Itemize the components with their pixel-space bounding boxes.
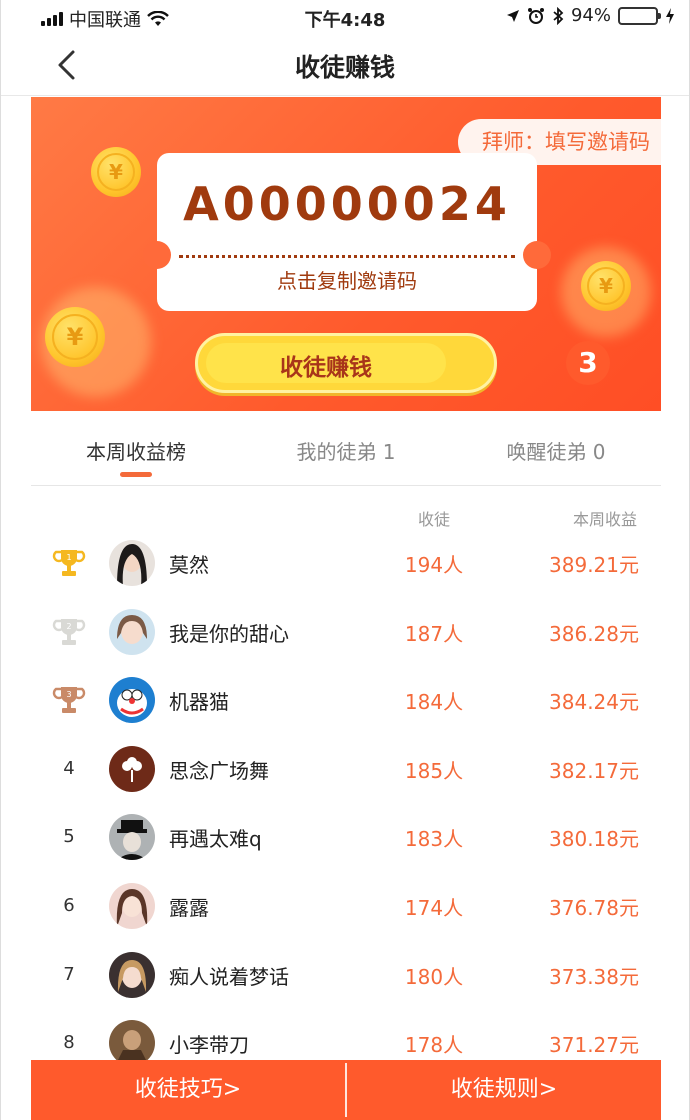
- apprentice-count: 194人: [404, 553, 464, 577]
- apprentice-count: 184人: [404, 690, 464, 715]
- recruit-button[interactable]: 收徒赚钱 3: [195, 333, 610, 393]
- coin-symbol: ¥: [587, 267, 625, 305]
- ranking-list: 1 莫然 194人 389.21元 2 我是你的甜心 187人 386.28元 …: [31, 528, 661, 1077]
- page-title: 收徒赚钱: [294, 53, 395, 82]
- tab-label: 本周收益榜: [86, 440, 186, 464]
- coin-icon: ¥: [45, 307, 105, 367]
- status-right: 94%: [506, 5, 675, 26]
- list-item[interactable]: 6 露露 174人 376.78元: [31, 871, 661, 940]
- copy-invite-code-button[interactable]: 点击复制邀请码: [157, 265, 537, 294]
- invite-ticket: A00000024 点击复制邀请码: [143, 153, 551, 311]
- avatar[interactable]: [109, 882, 155, 929]
- user-name: 小李带刀: [169, 1033, 249, 1058]
- list-item[interactable]: 7 痴人说着梦话 180人 373.38元: [31, 940, 661, 1009]
- invite-code: A00000024: [183, 177, 511, 231]
- avatar[interactable]: [109, 951, 155, 998]
- rank-number: 7: [63, 963, 75, 985]
- apprentice-count: 178人: [404, 1033, 464, 1058]
- invite-banner: ¥ ¥ ¥ 拜师：填写邀请码 A00000024 点击复制邀请码 收徒赚钱 3: [31, 97, 661, 411]
- status-bar: 中国联通 下午4:48 94%: [1, 0, 689, 34]
- charging-icon: [666, 7, 674, 24]
- recruit-button-label: 收徒赚钱: [280, 355, 372, 381]
- recruit-tips-button[interactable]: 收徒技巧>: [31, 1060, 345, 1120]
- recruit-count-badge: 3: [566, 341, 610, 385]
- tab-my-apprentices[interactable]: 我的徒弟 1: [241, 412, 451, 485]
- rank-number: 4: [63, 757, 75, 779]
- rank-number: 2: [66, 622, 71, 631]
- rank-number: 1: [66, 553, 71, 562]
- tab-label: 唤醒徒弟 0: [506, 440, 606, 464]
- rank-number: 3: [66, 690, 71, 699]
- tab-wake-apprentices[interactable]: 唤醒徒弟 0: [451, 412, 661, 485]
- apprentice-count: 183人: [404, 827, 464, 852]
- user-name: 莫然: [169, 553, 209, 577]
- list-item[interactable]: 5 再遇太难q 183人 380.18元: [31, 802, 661, 871]
- silver-trophy-icon: 2: [49, 615, 89, 649]
- weekly-income: 382.17元: [549, 758, 639, 783]
- weekly-income: 389.21元: [549, 553, 639, 577]
- tab-weekly-ranking[interactable]: 本周收益榜: [31, 412, 241, 485]
- avatar[interactable]: [109, 814, 155, 861]
- rank-number: 8: [63, 1032, 75, 1054]
- weekly-income: 384.24元: [549, 690, 639, 715]
- column-header-income: 本周收益: [572, 510, 637, 529]
- weekly-income: 373.38元: [549, 964, 639, 989]
- tab-bar: 本周收益榜 我的徒弟 1 唤醒徒弟 0: [31, 412, 661, 486]
- column-header-count: 收徒: [417, 510, 450, 529]
- gold-trophy-icon: 1: [49, 546, 89, 580]
- coin-icon: ¥: [581, 261, 631, 311]
- rank-number: 6: [63, 894, 75, 916]
- apprentice-count: 187人: [404, 621, 464, 646]
- battery-percent: 94%: [570, 5, 611, 26]
- list-header: 收徒 本周收益: [31, 506, 661, 529]
- apprentice-count: 174人: [404, 895, 464, 920]
- apprentice-count: 180人: [404, 964, 464, 989]
- list-item[interactable]: 1 莫然 194人 389.21元: [31, 528, 661, 597]
- avatar[interactable]: [109, 745, 155, 792]
- user-name: 我是你的甜心: [169, 621, 289, 646]
- weekly-income: 386.28元: [549, 621, 639, 646]
- user-name: 露露: [169, 895, 209, 920]
- user-name: 痴人说着梦话: [169, 964, 289, 989]
- avatar[interactable]: [109, 608, 155, 655]
- apprentice-count: 185人: [404, 758, 464, 783]
- coin-icon: ¥: [91, 147, 141, 197]
- avatar[interactable]: [109, 540, 155, 586]
- weekly-income: 371.27元: [549, 1033, 639, 1058]
- user-name: 机器猫: [169, 690, 229, 715]
- list-item[interactable]: 4 思念广场舞 185人 382.17元: [31, 734, 661, 803]
- battery-icon: [618, 6, 661, 25]
- list-item[interactable]: 3 机器猫 184人 384.24元: [31, 665, 661, 734]
- nav-bar: 收徒赚钱: [1, 34, 689, 96]
- recruit-rules-button[interactable]: 收徒规则>: [347, 1060, 661, 1120]
- location-arrow-icon: [506, 9, 519, 22]
- bottom-action-bar: 收徒技巧> 收徒规则>: [31, 1060, 661, 1120]
- coin-symbol: ¥: [97, 153, 135, 191]
- list-item[interactable]: 2 我是你的甜心 187人 386.28元: [31, 597, 661, 666]
- coin-symbol: ¥: [52, 314, 98, 360]
- weekly-income: 380.18元: [549, 827, 639, 852]
- user-name: 再遇太难q: [169, 827, 262, 852]
- user-name: 思念广场舞: [169, 758, 269, 783]
- weekly-income: 376.78元: [549, 895, 639, 920]
- avatar[interactable]: [109, 677, 155, 724]
- app-screen: 中国联通 下午4:48 94% 收徒赚钱 ¥ ¥ ¥ 拜师：填写邀请码 A000…: [0, 0, 690, 1120]
- rank-number: 5: [63, 826, 75, 848]
- bronze-trophy-icon: 3: [49, 683, 89, 717]
- alarm-icon: [527, 7, 544, 24]
- ticket-divider: [179, 255, 515, 258]
- bluetooth-icon: [553, 6, 564, 25]
- tab-indicator: [120, 472, 152, 477]
- tab-label: 我的徒弟 1: [296, 440, 396, 464]
